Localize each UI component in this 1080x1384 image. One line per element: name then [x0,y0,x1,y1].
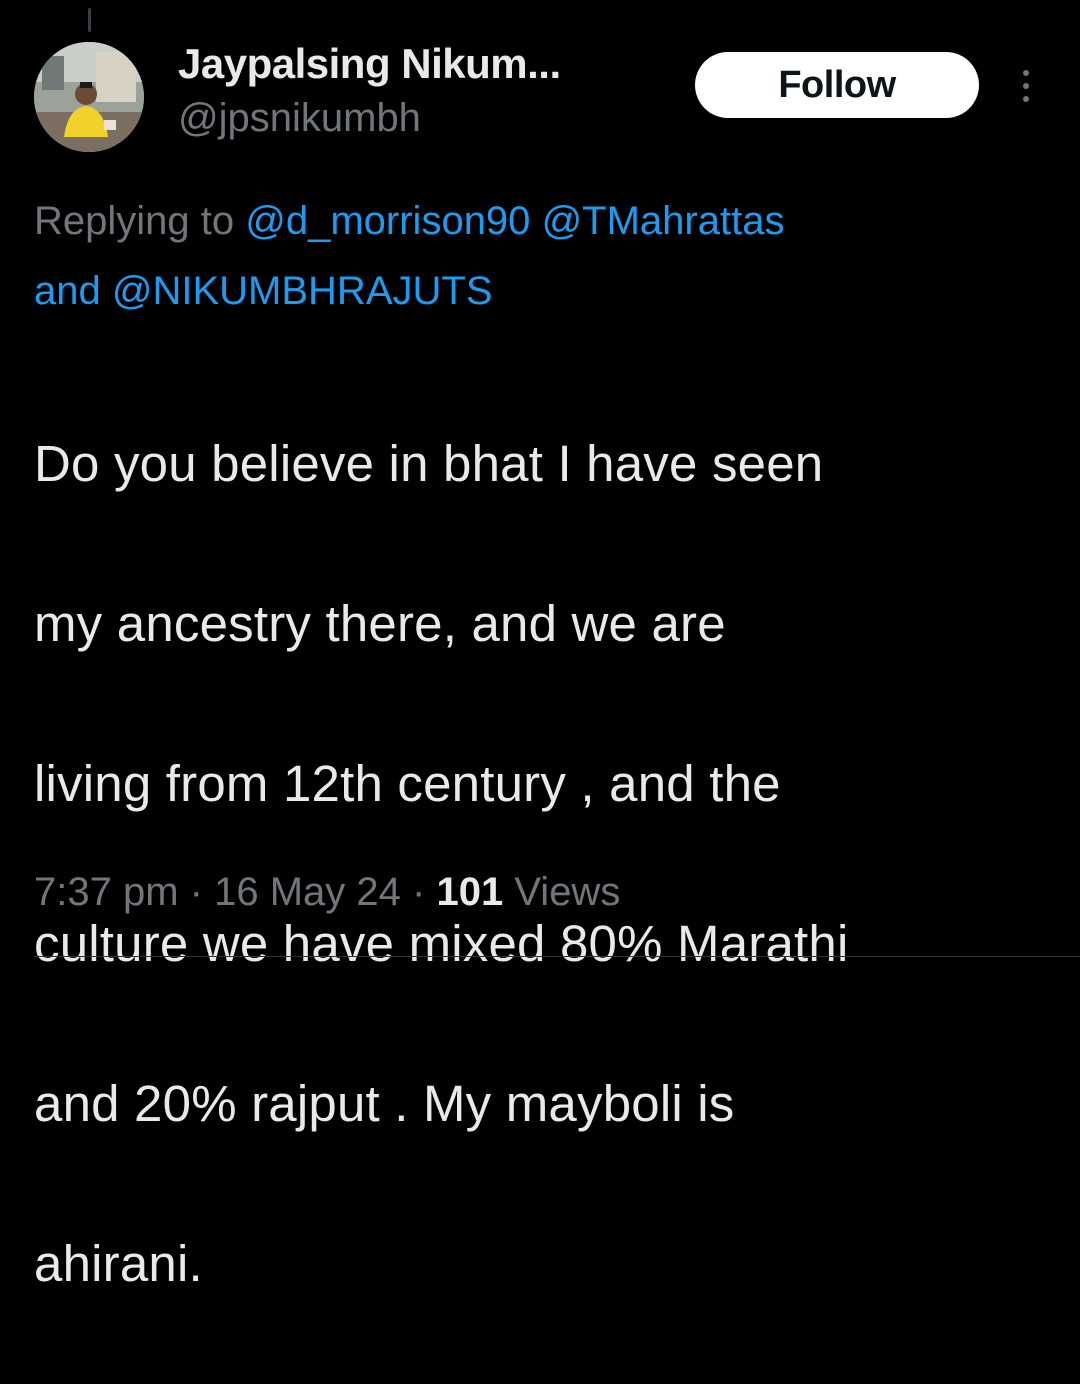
reply-context: Replying to @d_morrison90 @TMahrattas an… [34,186,1054,326]
tweet-text-line: living from 12th century , and the [34,755,781,812]
mention-joiner: and [34,269,101,313]
more-dot [1023,70,1029,76]
tweet-text-line: and 20% rajput . My mayboli is [34,1075,735,1132]
views-label: Views [514,870,621,914]
mention-link[interactable]: @d_morrison90 [245,199,530,243]
more-dot [1023,83,1029,89]
author-handle[interactable]: @jpsnikumbh [178,92,780,144]
tweet-meta: 7:37 pm · 16 May 24 · 101 Views [34,862,1054,922]
follow-button[interactable]: Follow [695,52,979,118]
author-display-name[interactable]: Jaypalsing Nikum... [178,36,780,92]
views-count: 101 [436,870,504,914]
tweet-text-line: my ancestry there, and we are [34,595,726,652]
meta-separator: · [412,870,426,914]
avatar[interactable] [34,42,144,152]
mention-link[interactable]: @NIKUMBHRAJUTS [112,269,493,313]
tweet-author[interactable]: Jaypalsing Nikum... @jpsnikumbh [178,36,780,144]
thread-connector-line [88,8,91,32]
tweet-text-line: ahirani. [34,1235,203,1292]
more-dot [1023,96,1029,102]
reply-prefix: Replying to [34,199,235,243]
divider [34,956,1080,957]
tweet-time[interactable]: 7:37 pm [34,870,179,914]
tweet-text-line: Do you believe in bhat I have seen [34,435,824,492]
more-options-icon[interactable] [1008,62,1044,110]
mention-link[interactable]: @TMahrattas [542,199,785,243]
tweet-date[interactable]: 16 May 24 [214,870,401,914]
profile-photo-icon [34,42,144,152]
meta-separator: · [189,870,203,914]
